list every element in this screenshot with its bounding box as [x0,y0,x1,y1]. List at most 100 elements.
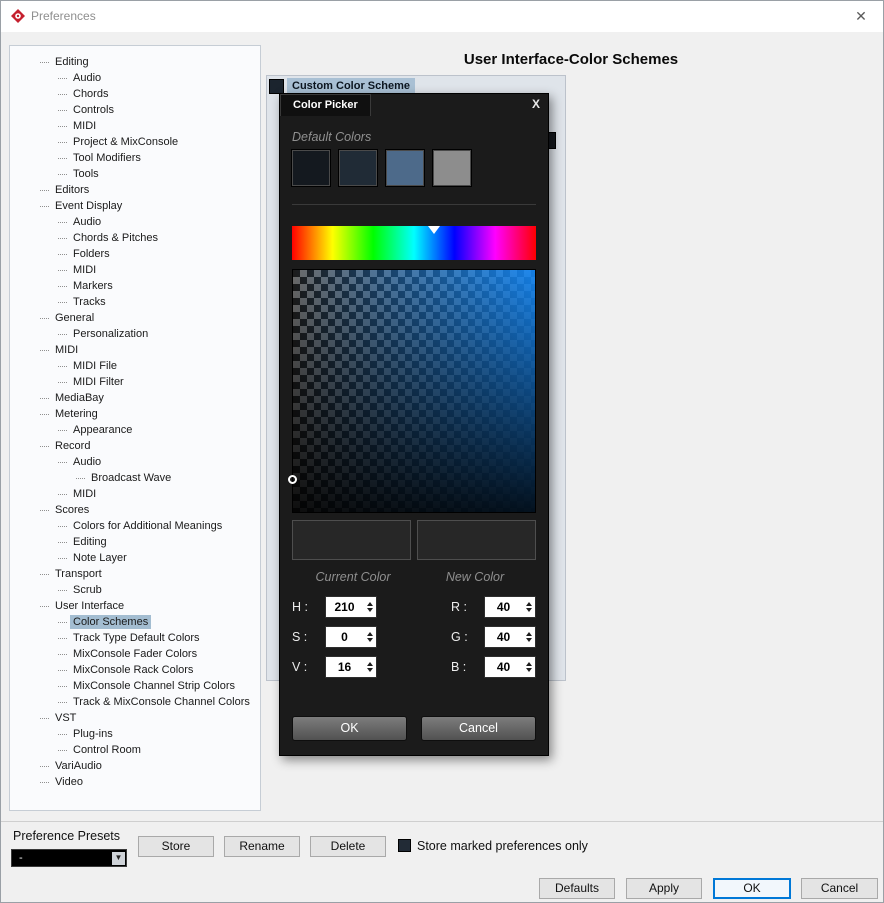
sidebar-item-editors[interactable]: Editors [10,182,260,198]
default-color-swatch-4[interactable] [432,149,472,187]
hue-spinner-arrows[interactable] [363,597,376,617]
sv-marker[interactable] [288,475,297,484]
sidebar-item-mixconsole-rack-colors[interactable]: MixConsole Rack Colors [10,662,260,678]
sidebar-item-midi[interactable]: MIDI [10,262,260,278]
saturation-spinner[interactable]: 0 [325,626,377,648]
sidebar-item-label: MIDI [55,344,79,356]
green-spinner[interactable]: 40 [484,626,536,648]
sidebar-item-control-room[interactable]: Control Room [10,742,260,758]
sidebar-item-folders[interactable]: Folders [10,246,260,262]
hue-spinner[interactable]: 210 [325,596,377,618]
sidebar-item-editing[interactable]: Editing [10,54,260,70]
sidebar-item-colors-for-additional-meanings[interactable]: Colors for Additional Meanings [10,518,260,534]
preset-dropdown[interactable]: - ▼ [11,849,127,867]
current-color-well [292,520,411,560]
sidebar-item-midi[interactable]: MIDI [10,342,260,358]
window-title: Preferences [31,9,96,23]
sidebar-item-general[interactable]: General [10,310,260,326]
scheme-color-swatch[interactable] [269,78,284,94]
hue-slider[interactable] [292,226,536,260]
sidebar-item-tools[interactable]: Tools [10,166,260,182]
sidebar-item-midi[interactable]: MIDI [10,118,260,134]
apply-button[interactable]: Apply [626,878,702,899]
hue-gradient-bar[interactable] [292,226,536,260]
sidebar-item-transport[interactable]: Transport [10,566,260,582]
default-color-swatch-2[interactable] [338,149,378,187]
sidebar-item-project-mixconsole[interactable]: Project & MixConsole [10,134,260,150]
defaults-button[interactable]: Defaults [539,878,615,899]
value-spinner-arrows[interactable] [363,657,376,677]
sidebar-item-chords-pitches[interactable]: Chords & Pitches [10,230,260,246]
sidebar-item-plug-ins[interactable]: Plug-ins [10,726,260,742]
color-picker-close-icon[interactable]: X [532,97,540,111]
sidebar-item-tool-modifiers[interactable]: Tool Modifiers [10,150,260,166]
default-color-swatch-3[interactable] [385,149,425,187]
red-spinner[interactable]: 40 [484,596,536,618]
window-close-icon[interactable]: ✕ [847,5,875,27]
sidebar-item-label: Scrub [73,584,102,596]
sidebar-item-metering[interactable]: Metering [10,406,260,422]
cancel-button[interactable]: Cancel [801,878,878,899]
sidebar-item-controls[interactable]: Controls [10,102,260,118]
chevron-down-icon[interactable]: ▼ [112,852,125,865]
sidebar-item-markers[interactable]: Markers [10,278,260,294]
sidebar-item-label: MIDI Filter [73,376,124,388]
sidebar-item-track-mixconsole-channel-colors[interactable]: Track & MixConsole Channel Colors [10,694,260,710]
red-spinner-arrows[interactable] [522,597,535,617]
sidebar-item-record[interactable]: Record [10,438,260,454]
sidebar-item-editing[interactable]: Editing [10,534,260,550]
saturation-value-area[interactable] [288,269,536,513]
delete-button[interactable]: Delete [310,836,386,857]
sidebar-tree: Editing Audio Chords Controls MIDI Project & … [9,45,261,811]
sidebar-item-appearance[interactable]: Appearance [10,422,260,438]
blue-spinner[interactable]: 40 [484,656,536,678]
ok-button[interactable]: OK [713,878,791,899]
sidebar-item-midi-file[interactable]: MIDI File [10,358,260,374]
sidebar-item-vst[interactable]: VST [10,710,260,726]
sidebar-item-audio[interactable]: Audio [10,70,260,86]
sidebar-item-personalization[interactable]: Personalization [10,326,260,342]
sidebar-item-user-interface[interactable]: User Interface [10,598,260,614]
sidebar-item-label: Tool Modifiers [73,152,141,164]
hue-marker[interactable] [428,226,441,234]
rename-button[interactable]: Rename [224,836,300,857]
picker-cancel-button[interactable]: Cancel [421,716,536,741]
sidebar-item-label: Plug-ins [73,728,113,740]
preferences-window: Preferences ✕ Editing Audio Chords Controls… [0,0,884,903]
sidebar-item-video[interactable]: Video [10,774,260,790]
sidebar-item-label: Audio [73,72,102,84]
sidebar-item-scores[interactable]: Scores [10,502,260,518]
value-spinner[interactable]: 16 [325,656,377,678]
saturation-spinner-arrows[interactable] [363,627,376,647]
store-marked-checkbox[interactable] [398,839,411,852]
sidebar-item-label: Track & MixConsole Channel Colors [73,696,250,708]
sidebar-item-label: Record [55,440,91,452]
sidebar-item-audio[interactable]: Audio [10,454,260,470]
sidebar-item-midi[interactable]: MIDI [10,486,260,502]
sidebar-item-scrub[interactable]: Scrub [10,582,260,598]
sidebar-item-note-layer[interactable]: Note Layer [10,550,260,566]
sidebar-item-mixconsole-channel-strip-colors[interactable]: MixConsole Channel Strip Colors [10,678,260,694]
sidebar-item-label: VariAudio [55,760,102,772]
sidebar-item-mixconsole-fader-colors[interactable]: MixConsole Fader Colors [10,646,260,662]
sidebar-item-color-schemes[interactable]: Color Schemes [10,614,260,630]
sidebar-item-broadcast-wave[interactable]: Broadcast Wave [10,470,260,486]
green-spinner-arrows[interactable] [522,627,535,647]
default-color-swatch-1[interactable] [291,149,331,187]
sidebar-item-variaudio[interactable]: VariAudio [10,758,260,774]
blue-spinner-arrows[interactable] [522,657,535,677]
sidebar-item-midi-filter[interactable]: MIDI Filter [10,374,260,390]
store-button[interactable]: Store [138,836,214,857]
sidebar-item-label: Audio [73,456,102,468]
sidebar-item-label: Note Layer [73,552,127,564]
sidebar-item-track-type-default-colors[interactable]: Track Type Default Colors [10,630,260,646]
new-color-well [417,520,536,560]
sidebar-item-event-display[interactable]: Event Display [10,198,260,214]
divider [292,204,536,205]
red-field-label: R : [451,600,467,614]
sidebar-item-mediabay[interactable]: MediaBay [10,390,260,406]
sidebar-item-tracks[interactable]: Tracks [10,294,260,310]
sidebar-item-audio[interactable]: Audio [10,214,260,230]
sidebar-item-chords[interactable]: Chords [10,86,260,102]
picker-ok-button[interactable]: OK [292,716,407,741]
